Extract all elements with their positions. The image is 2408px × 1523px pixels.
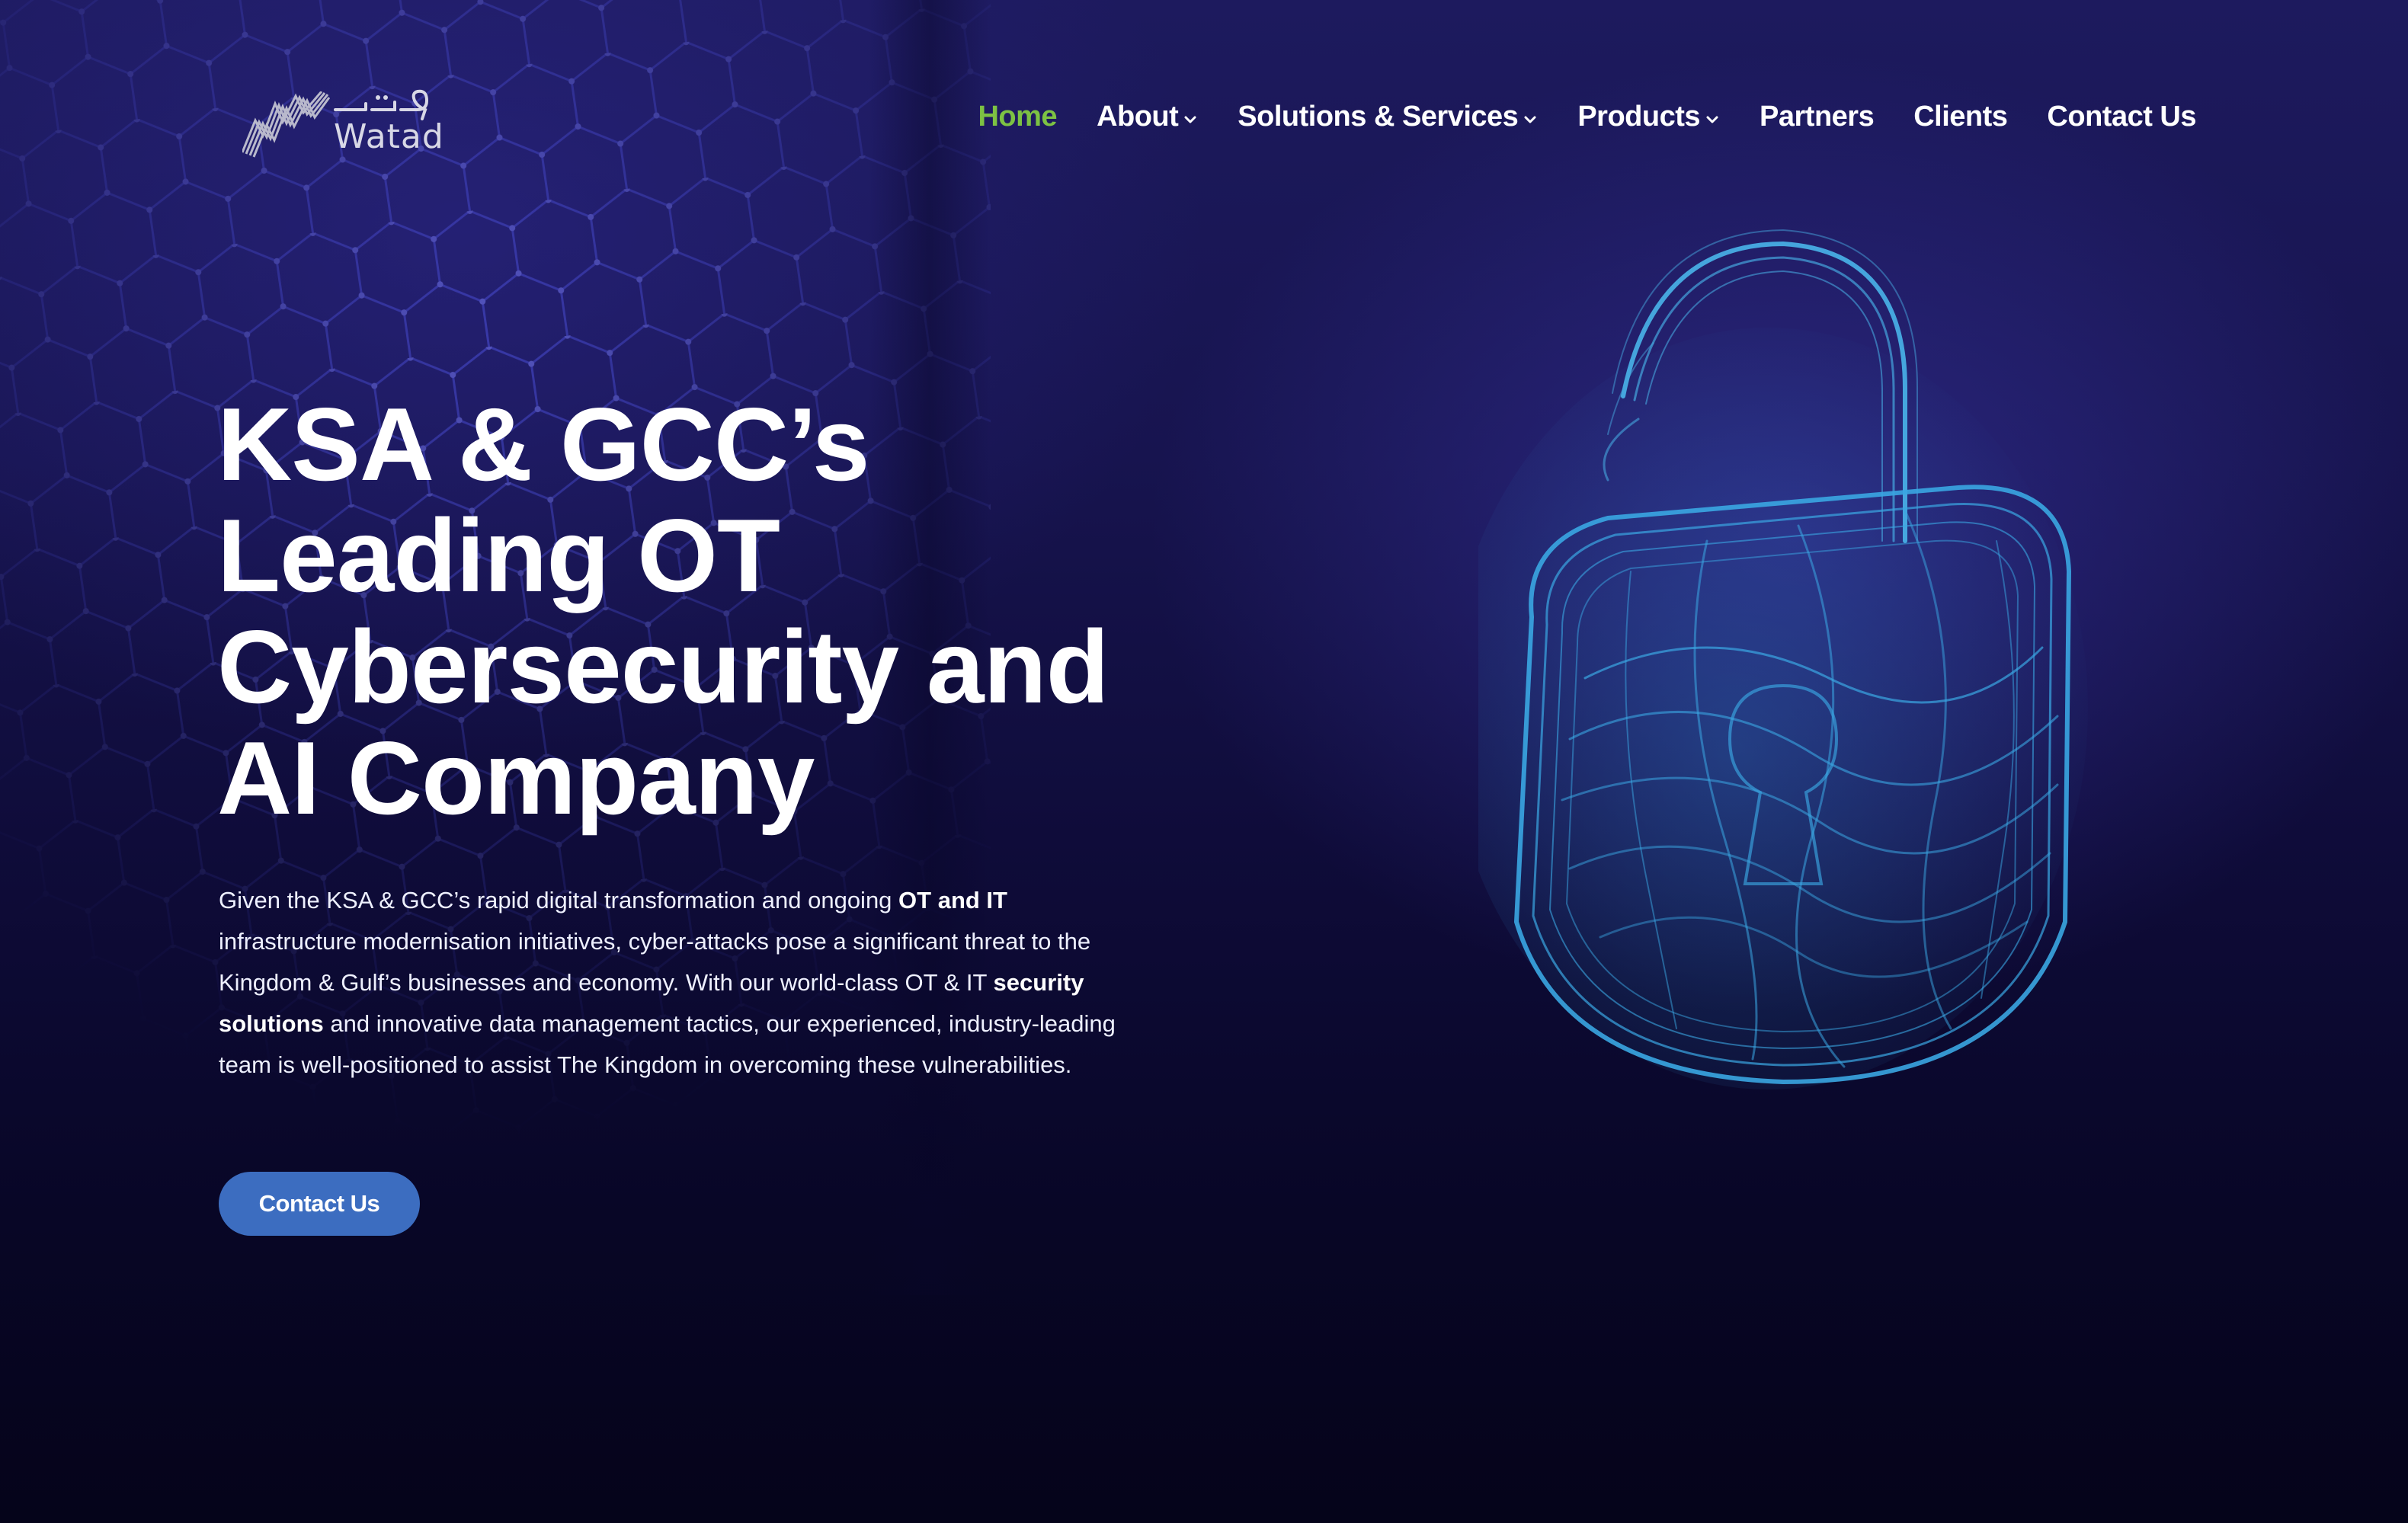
desc-bold-ot-it: OT and IT [898, 887, 1007, 913]
nav-item-label: Contact Us [2047, 101, 2196, 133]
chevron-down-icon [1524, 116, 1536, 123]
logo-arabic-wordmark [334, 89, 429, 120]
logo-mark-icon [242, 91, 330, 158]
desc-text: and innovative data management tactics, … [219, 1010, 1116, 1078]
watad-logo[interactable]: Watad [242, 84, 443, 160]
logo-text: Watad [334, 117, 444, 156]
nav-item-partners[interactable]: Partners [1760, 101, 1875, 133]
hero-title-line: Cybersecurity and [217, 609, 1110, 725]
main-nav: Home About Solutions & Services Products… [938, 101, 2196, 133]
nav-item-solutions-services[interactable]: Solutions & Services [1238, 101, 1538, 133]
chevron-down-icon [1184, 116, 1196, 123]
contact-us-button[interactable]: Contact Us [219, 1172, 420, 1236]
nav-item-about[interactable]: About [1097, 101, 1198, 133]
chevron-down-icon [1706, 116, 1718, 123]
nav-item-label: Partners [1760, 101, 1875, 133]
nav-item-label: Home [978, 101, 1058, 133]
nav-item-label: About [1097, 101, 1179, 133]
nav-item-label: Solutions & Services [1238, 101, 1519, 133]
page: Watad Home About Solutions & Services Pr… [0, 0, 2408, 1523]
nav-item-home[interactable]: Home [978, 101, 1057, 133]
hero-title-line: KSA & GCC’s [217, 386, 869, 502]
hero-description: Given the KSA & GCC’s rapid digital tran… [219, 880, 1148, 1086]
hero-title-line: AI Company [217, 720, 815, 836]
nav-item-label: Products [1577, 101, 1701, 133]
nav-item-contact-us[interactable]: Contact Us [2047, 101, 2196, 133]
site-header: Watad Home About Solutions & Services Pr… [0, 0, 2408, 244]
nav-item-products[interactable]: Products [1577, 101, 1720, 133]
hero-title-line: Leading OT [217, 498, 780, 613]
desc-text: Given the KSA & GCC’s rapid digital tran… [219, 887, 899, 913]
hero-title: KSA & GCC’s Leading OT Cybersecurity and… [217, 389, 1284, 833]
nav-item-clients[interactable]: Clients [1913, 101, 2008, 133]
nav-item-label: Clients [1913, 101, 2008, 133]
padlock-illustration [1478, 229, 2088, 1089]
desc-text: infrastructure modernisation initiatives… [219, 928, 1091, 996]
